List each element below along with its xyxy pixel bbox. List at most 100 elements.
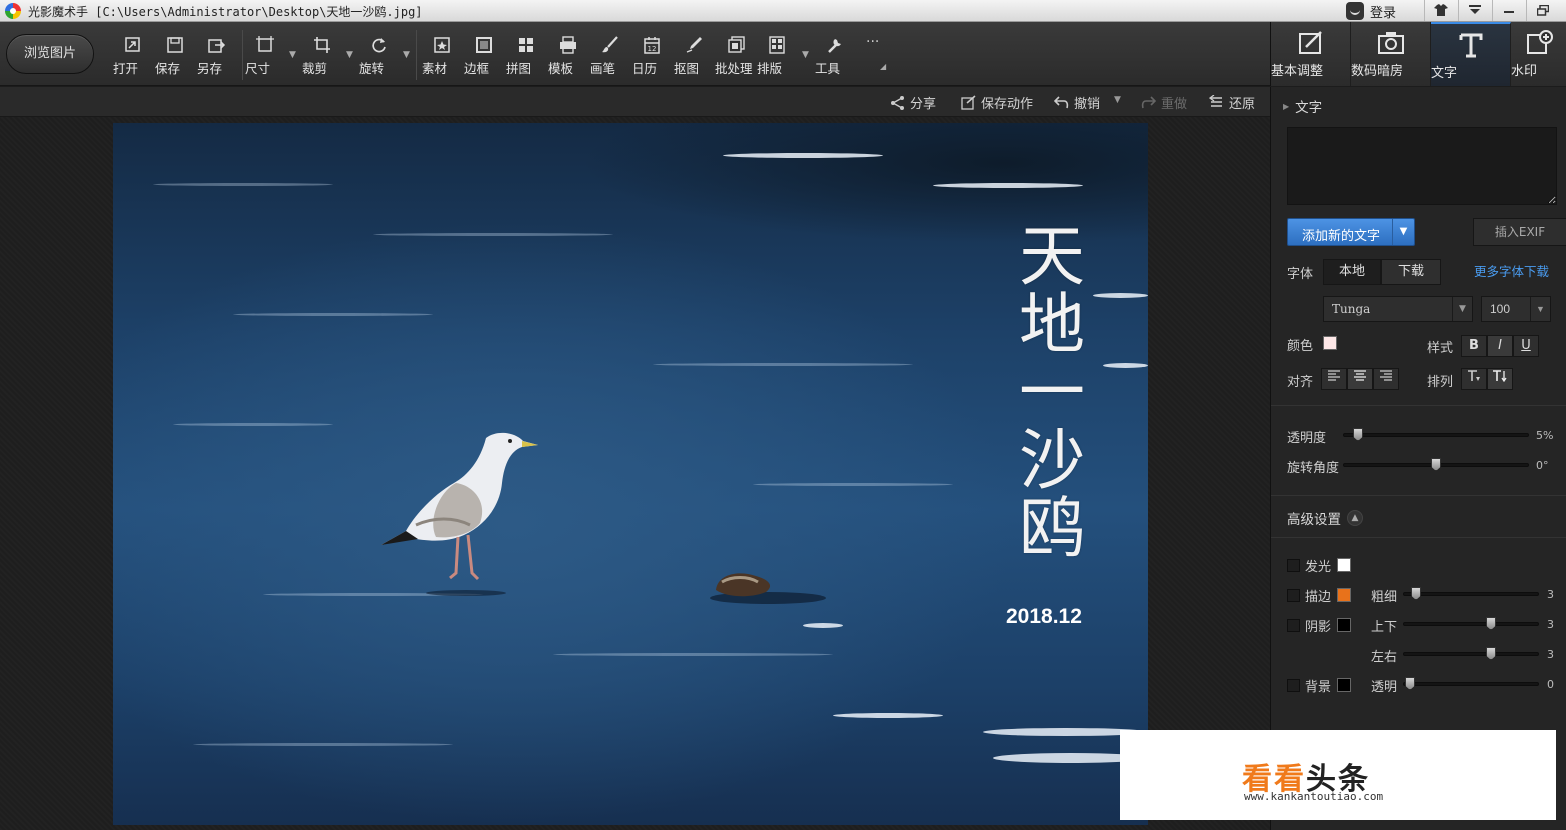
- italic-button[interactable]: I: [1487, 335, 1513, 357]
- template-button[interactable]: 模板: [548, 36, 588, 78]
- brush-button[interactable]: 画笔: [590, 36, 630, 78]
- open-button[interactable]: 打开: [113, 36, 153, 78]
- text-color-swatch[interactable]: [1323, 336, 1337, 350]
- photo-preview[interactable]: 天地一沙鸥 2018.12: [113, 123, 1148, 825]
- login-button[interactable]: 登录: [1346, 1, 1396, 21]
- add-text-dropdown-icon[interactable]: ▼: [1392, 219, 1414, 245]
- calendar-button[interactable]: 12 日历: [632, 36, 672, 78]
- expand-corner-icon[interactable]: ◢: [880, 62, 886, 71]
- align-center-button[interactable]: [1347, 368, 1373, 390]
- material-button[interactable]: 素材: [422, 36, 462, 78]
- background-checkbox[interactable]: [1287, 679, 1300, 692]
- opacity-slider-thumb[interactable]: [1353, 428, 1363, 441]
- font-size-select[interactable]: 100 ▼: [1481, 296, 1551, 322]
- more-tools-button[interactable]: ···: [866, 34, 879, 50]
- glow-checkbox[interactable]: [1287, 559, 1300, 572]
- layout-dropdown-icon[interactable]: ▼: [802, 50, 809, 60]
- section-divider: [1271, 495, 1566, 496]
- water-ripple: [753, 483, 953, 486]
- seagull: [381, 432, 538, 596]
- restore-window-icon[interactable]: [1526, 0, 1558, 21]
- updown-slider[interactable]: [1403, 617, 1539, 630]
- tab-basic-adjust[interactable]: 基本调整: [1271, 22, 1351, 86]
- collapse-up-icon[interactable]: ▲: [1347, 510, 1363, 526]
- menu-dropdown-icon[interactable]: [1458, 0, 1490, 21]
- text-settings-panel: ▶ 文字 添加新的文字 ▼ 插入EXIF 字体 本地 下载 更多字体下载 Tun…: [1270, 87, 1566, 830]
- stroke-color-swatch[interactable]: [1337, 588, 1351, 602]
- photo-overlay-title[interactable]: 天地一沙鸥: [1013, 223, 1093, 563]
- text-section-header[interactable]: ▶ 文字: [1283, 96, 1322, 116]
- tools-button[interactable]: 工具: [815, 36, 855, 78]
- shadow-checkbox[interactable]: [1287, 619, 1300, 632]
- bold-button[interactable]: B: [1461, 335, 1487, 357]
- background-color-swatch[interactable]: [1337, 678, 1351, 692]
- opacity-slider[interactable]: [1343, 428, 1529, 441]
- water-ripple: [233, 313, 433, 316]
- stroke-checkbox[interactable]: [1287, 589, 1300, 602]
- rotate-dropdown-icon[interactable]: ▼: [403, 50, 410, 60]
- advanced-settings-header[interactable]: 高级设置 ▲: [1287, 508, 1363, 528]
- collage-button[interactable]: 拼图: [506, 36, 546, 78]
- site-watermark: 看看头条 www.kankantoutiao.com: [1120, 730, 1556, 820]
- water-foam: [723, 153, 883, 158]
- align-right-button[interactable]: [1373, 368, 1399, 390]
- restore-button[interactable]: 还原: [1209, 92, 1255, 112]
- camera-icon: [1377, 32, 1404, 54]
- border-button[interactable]: 边框: [464, 36, 504, 78]
- rotation-slider-thumb[interactable]: [1431, 458, 1441, 471]
- insert-exif-button[interactable]: 插入EXIF: [1473, 218, 1566, 246]
- crop-icon: [314, 37, 330, 53]
- share-button[interactable]: 分享: [890, 92, 936, 112]
- underline-button[interactable]: U: [1513, 335, 1539, 357]
- user-avatar-icon: [1346, 2, 1364, 20]
- batch-button[interactable]: 批处理: [715, 36, 757, 78]
- thickness-slider-thumb[interactable]: [1411, 587, 1421, 600]
- save-as-button[interactable]: 另存: [197, 36, 237, 78]
- more-fonts-link[interactable]: 更多字体下载: [1474, 261, 1549, 280]
- photo-overlay-date[interactable]: 2018.12: [1006, 605, 1082, 629]
- crop-dropdown-icon[interactable]: ▼: [346, 50, 353, 60]
- tab-darkroom[interactable]: 数码暗房: [1351, 22, 1431, 86]
- undo-icon: [1054, 95, 1069, 108]
- font-family-select[interactable]: Tunga ▼: [1323, 296, 1473, 322]
- main-toolbar: 浏览图片 打开 保存 另存 尺寸 ▼ 裁剪 ▼ 旋转 ▼ 素材 边框 拼图 模板: [0, 22, 1270, 86]
- align-left-button[interactable]: [1321, 368, 1347, 390]
- horizontal-text-button[interactable]: [1461, 368, 1487, 390]
- water-ripple: [373, 233, 613, 236]
- transparency-slider[interactable]: [1403, 677, 1539, 690]
- crop-button[interactable]: 裁剪: [302, 36, 342, 78]
- login-label: 登录: [1370, 5, 1397, 21]
- font-local-tab[interactable]: 本地: [1323, 259, 1381, 285]
- updown-slider-thumb[interactable]: [1486, 617, 1496, 630]
- transparency-value: 0: [1547, 678, 1554, 691]
- resize-button[interactable]: 尺寸: [245, 36, 285, 78]
- shadow-color-swatch[interactable]: [1337, 618, 1351, 632]
- save-action-button[interactable]: 保存动作: [961, 92, 1033, 112]
- text-content-input[interactable]: [1287, 127, 1557, 205]
- thickness-slider[interactable]: [1403, 587, 1539, 600]
- transparency-slider-thumb[interactable]: [1405, 677, 1415, 690]
- tab-text[interactable]: 文字: [1431, 22, 1511, 86]
- undo-dropdown-icon[interactable]: ▼: [1114, 95, 1121, 105]
- save-button[interactable]: 保存: [155, 36, 195, 78]
- vertical-text-button[interactable]: [1487, 368, 1513, 390]
- cutout-button[interactable]: 抠图: [674, 36, 714, 78]
- leftright-slider[interactable]: [1403, 647, 1539, 660]
- rotation-slider[interactable]: [1343, 458, 1529, 471]
- resize-dropdown-icon[interactable]: ▼: [289, 50, 296, 60]
- rotate-button[interactable]: 旋转: [359, 36, 399, 78]
- tab-watermark[interactable]: 水印: [1511, 22, 1566, 86]
- add-new-text-button[interactable]: 添加新的文字 ▼: [1287, 218, 1415, 246]
- undo-button[interactable]: 撤销: [1054, 92, 1100, 112]
- browse-images-button[interactable]: 浏览图片: [6, 34, 94, 74]
- layout-button[interactable]: 排版: [757, 36, 797, 78]
- glow-color-swatch[interactable]: [1337, 558, 1351, 572]
- skin-icon[interactable]: [1424, 0, 1456, 21]
- water-foam: [803, 623, 843, 628]
- align-left-icon: [1328, 370, 1340, 381]
- redo-button[interactable]: 重做: [1141, 92, 1187, 112]
- image-canvas[interactable]: 天地一沙鸥 2018.12: [0, 117, 1270, 830]
- minimize-icon[interactable]: [1492, 0, 1524, 21]
- leftright-slider-thumb[interactable]: [1486, 647, 1496, 660]
- font-download-tab[interactable]: 下载: [1381, 259, 1441, 285]
